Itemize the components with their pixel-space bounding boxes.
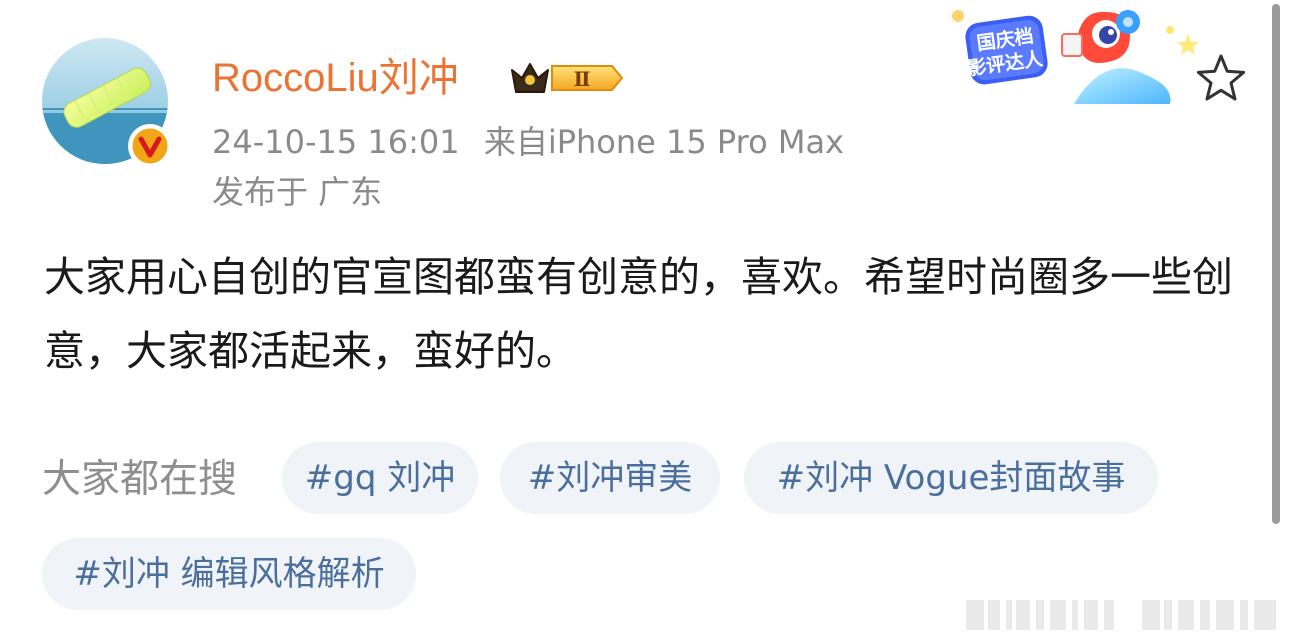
post-location: 发布于 广东: [212, 173, 383, 211]
search-label: 大家都在搜: [42, 457, 238, 502]
search-tag-chip[interactable]: #gq 刘冲: [282, 442, 478, 514]
star-outline-icon[interactable]: [1194, 52, 1248, 106]
event-badge[interactable]: 国庆档 影评达人: [944, 4, 1204, 110]
search-tag-chip[interactable]: #刘冲审美: [500, 442, 720, 514]
crown-level-icon[interactable]: Ⅱ: [508, 56, 626, 100]
post-timestamp: 24-10-15 16:01: [212, 123, 460, 161]
search-tag-chip[interactable]: #刘冲 Vogue封面故事: [744, 442, 1158, 514]
scrollbar[interactable]: [1272, 4, 1280, 524]
search-tag-chip[interactable]: #刘冲 编辑风格解析: [42, 538, 416, 610]
watermark-bars: [966, 592, 1282, 632]
username[interactable]: RoccoLiu刘冲: [212, 52, 459, 104]
post-text: 大家用心自创的官宣图都蛮有创意的，喜欢。希望时尚圈多一些创意，大家都活起来，蛮好…: [44, 253, 1233, 375]
post-source[interactable]: 来自iPhone 15 Pro Max: [484, 123, 844, 161]
svg-text:Ⅱ: Ⅱ: [574, 67, 591, 91]
verified-v-icon: [128, 124, 172, 168]
post-meta: 24-10-15 16:01 来自iPhone 15 Pro Max: [212, 120, 844, 164]
